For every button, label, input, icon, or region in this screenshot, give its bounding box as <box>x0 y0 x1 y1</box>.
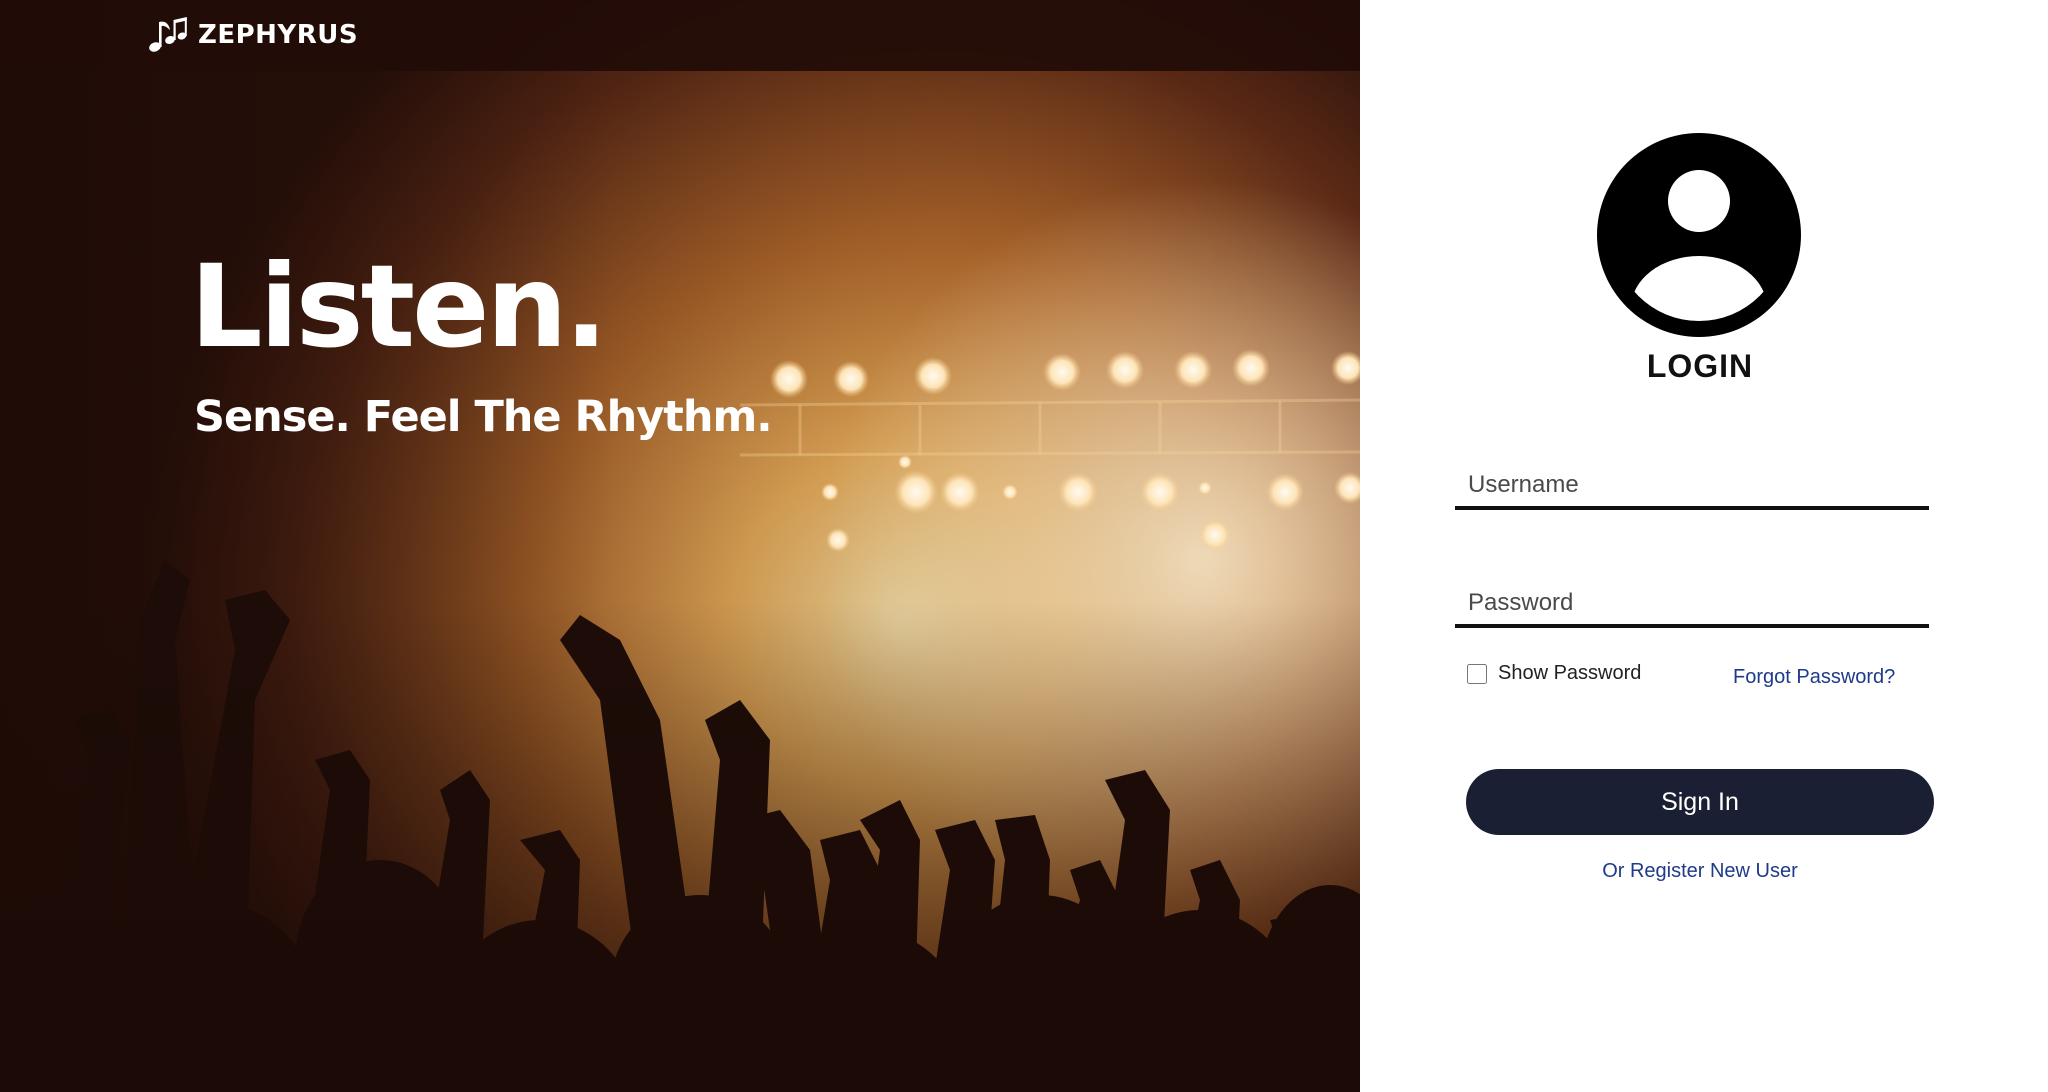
show-password-checkbox[interactable] <box>1467 663 1487 684</box>
show-password-toggle[interactable]: Show Password <box>1467 662 1641 685</box>
user-avatar-icon <box>1597 133 1801 337</box>
brand-logo[interactable]: ZEPHYRUS <box>148 14 358 56</box>
hero-title: Listen. <box>190 240 608 373</box>
music-notes-icon <box>149 17 187 52</box>
register-link[interactable]: Or Register New User <box>1360 860 2040 883</box>
forgot-password-link[interactable]: Forgot Password? <box>1733 666 1895 689</box>
brand-name: ZEPHYRUS <box>198 20 359 50</box>
login-panel: LOGIN Show Password Forgot Password? Sig… <box>1360 0 2048 1092</box>
username-input[interactable] <box>1455 464 1929 510</box>
concert-crowd-photo <box>0 0 1360 1092</box>
hero-subtitle: Sense. Feel The Rhythm. <box>194 392 773 442</box>
password-input[interactable] <box>1455 582 1929 628</box>
sign-in-button[interactable]: Sign In <box>1466 769 1934 835</box>
login-heading: LOGIN <box>1646 348 1754 384</box>
login-page: ZEPHYRUS Listen. Sense. Feel The Rhythm.… <box>0 0 2048 1092</box>
show-password-label: Show Password <box>1498 662 1642 684</box>
hero-section: ZEPHYRUS Listen. Sense. Feel The Rhythm. <box>0 0 1360 1092</box>
